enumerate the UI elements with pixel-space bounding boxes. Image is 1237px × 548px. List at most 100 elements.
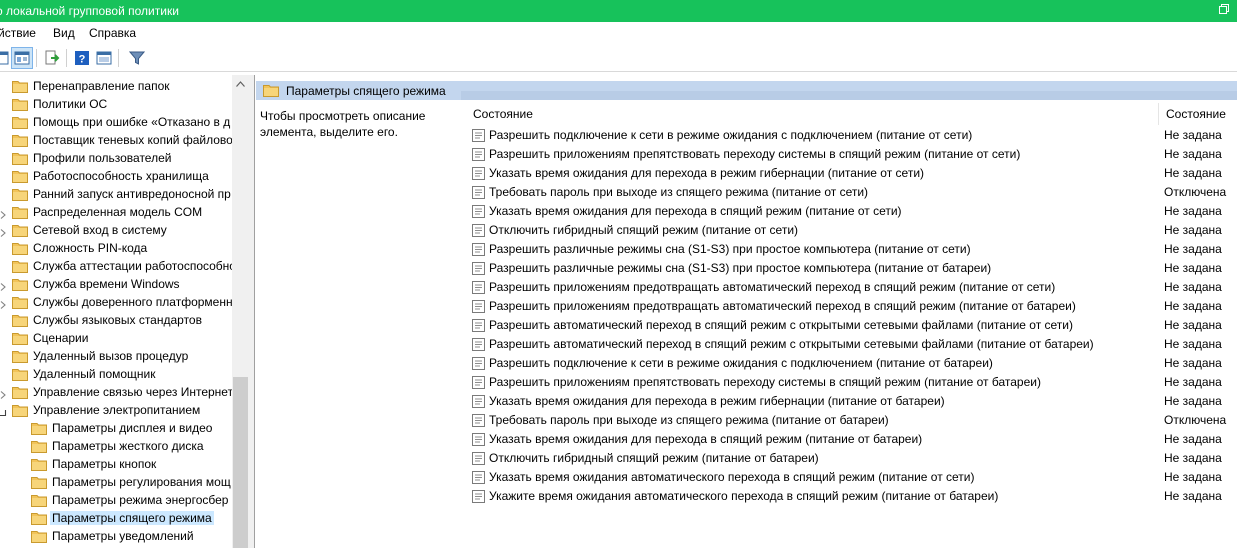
folder-icon xyxy=(31,476,47,489)
setting-row[interactable]: Указать время ожидания для перехода в сп… xyxy=(468,202,1237,221)
tree-item[interactable]: Перенаправление папок xyxy=(12,77,170,95)
scroll-up-button[interactable] xyxy=(232,75,249,92)
setting-row[interactable]: Разрешить приложениям препятствовать пер… xyxy=(468,373,1237,392)
column-header-name[interactable]: Состояние xyxy=(473,103,533,125)
menu-action[interactable]: йствие xyxy=(0,26,36,40)
expand-arrow-icon[interactable] xyxy=(0,388,7,399)
tree-item[interactable]: Сложность PIN-кода xyxy=(12,239,147,257)
expand-arrow-icon[interactable] xyxy=(0,208,7,219)
folder-icon xyxy=(12,116,28,129)
tree-item[interactable]: Удаленный помощник xyxy=(12,365,156,383)
setting-state: Не задана xyxy=(1164,128,1222,142)
setting-row[interactable]: Разрешить подключение к сети в режиме ож… xyxy=(468,354,1237,373)
help-button[interactable]: ? xyxy=(71,47,93,69)
setting-state: Не задана xyxy=(1164,166,1222,180)
export-list-icon xyxy=(45,50,60,65)
expand-arrow-icon[interactable] xyxy=(0,226,7,237)
policy-setting-icon xyxy=(472,224,485,237)
tree-scrollbar[interactable] xyxy=(232,75,249,548)
export-list-button[interactable] xyxy=(41,47,63,69)
setting-state: Не задана xyxy=(1164,470,1222,484)
tree-item[interactable]: Удаленный вызов процедур xyxy=(12,347,188,365)
tree-item[interactable]: Параметры дисплея и видео xyxy=(31,419,212,437)
policy-setting-icon xyxy=(472,243,485,256)
tree-item[interactable]: Помощь при ошибке «Отказано в д xyxy=(12,113,230,131)
setting-row[interactable]: Разрешить приложениям предотвращать авто… xyxy=(468,278,1237,297)
tree-item[interactable]: Распределенная модель COM xyxy=(12,203,202,221)
tree-item[interactable]: Параметры жесткого диска xyxy=(31,437,204,455)
tree-item-label: Управление связью через Интернет xyxy=(33,385,232,399)
setting-row[interactable]: Требовать пароль при выходе из спящего р… xyxy=(468,183,1237,202)
tree-item[interactable]: Сценарии xyxy=(12,329,88,347)
settings-pane: Параметры спящего режима Чтобы просмотре… xyxy=(256,75,1237,548)
policy-setting-icon xyxy=(472,205,485,218)
expand-arrow-icon[interactable] xyxy=(0,298,7,309)
tree-item[interactable]: Параметры кнопок xyxy=(31,455,156,473)
tree-item[interactable]: Сетевой вход в систему xyxy=(12,221,167,239)
setting-name: Разрешить приложениям препятствовать пер… xyxy=(489,147,1021,161)
tree-item[interactable]: Служба времени Windows xyxy=(12,275,180,293)
setting-name: Указать время ожидания для перехода в ре… xyxy=(489,166,925,180)
setting-state: Не задана xyxy=(1164,147,1222,161)
properties-pane-button[interactable] xyxy=(11,47,33,69)
folder-icon xyxy=(12,350,28,363)
tree-item[interactable]: Управление электропитанием xyxy=(12,401,200,419)
menu-bar: йствие Вид Справка xyxy=(0,22,1237,44)
pane-tab: Параметры спящего режима xyxy=(256,81,461,100)
policy-tree: Перенаправление папок Политики ОС Помощь п… xyxy=(0,75,232,548)
setting-row[interactable]: Указать время ожидания для перехода в ре… xyxy=(468,392,1237,411)
policy-setting-icon xyxy=(472,452,485,465)
setting-row[interactable]: Указать время ожидания для перехода в ре… xyxy=(468,164,1237,183)
setting-row[interactable]: Указать время ожидания автоматического п… xyxy=(468,468,1237,487)
setting-state: Отключена xyxy=(1164,185,1227,199)
setting-row[interactable]: Разрешить автоматический переход в спящи… xyxy=(468,316,1237,335)
tree-item[interactable]: Параметры спящего режима xyxy=(31,509,214,527)
setting-row[interactable]: Требовать пароль при выходе из спящего р… xyxy=(468,411,1237,430)
setting-row[interactable]: Укажите время ожидания автоматического п… xyxy=(468,487,1237,506)
setting-row[interactable]: Разрешить различные режимы сна (S1-S3) п… xyxy=(468,259,1237,278)
setting-row[interactable]: Отключить гибридный спящий режим (питани… xyxy=(468,221,1237,240)
tree-item-label: Параметры кнопок xyxy=(52,457,157,471)
column-header-state[interactable]: Состояние xyxy=(1166,103,1226,125)
folder-icon xyxy=(12,278,28,291)
view-pane-button[interactable] xyxy=(93,47,115,69)
collapse-arrow-icon[interactable] xyxy=(0,406,7,417)
menu-help[interactable]: Справка xyxy=(89,26,136,40)
scroll-thumb[interactable] xyxy=(233,377,248,548)
folder-icon xyxy=(31,422,47,435)
tree-item[interactable]: Служба аттестации работоспособно xyxy=(12,257,232,275)
tree-item[interactable]: Управление связью через Интернет xyxy=(12,383,232,401)
setting-row[interactable]: Разрешить автоматический переход в спящи… xyxy=(468,335,1237,354)
policy-setting-icon xyxy=(472,262,485,275)
tree-item-label: Удаленный помощник xyxy=(33,367,156,381)
tree-item[interactable]: Поставщик теневых копий файлово xyxy=(12,131,232,149)
setting-name: Разрешить подключение к сети в режиме ож… xyxy=(489,356,993,370)
tree-item-label: Параметры режима энергосбер xyxy=(52,493,229,507)
tree-item[interactable]: Профили пользователей xyxy=(12,149,171,167)
setting-row[interactable]: Разрешить приложениям препятствовать пер… xyxy=(468,145,1237,164)
setting-name: Разрешить приложениям предотвращать авто… xyxy=(489,299,1076,313)
tree-item[interactable]: Службы языковых стандартов xyxy=(12,311,202,329)
tree-item[interactable]: Ранний запуск антивредоносной пр xyxy=(12,185,231,203)
folder-icon xyxy=(12,188,28,201)
setting-row[interactable]: Отключить гибридный спящий режим (питани… xyxy=(468,449,1237,468)
filter-button[interactable] xyxy=(126,47,148,69)
tree-item[interactable]: Параметры уведомлений xyxy=(31,527,194,545)
setting-row[interactable]: Указать время ожидания для перехода в сп… xyxy=(468,430,1237,449)
restore-window-icon[interactable] xyxy=(1219,4,1229,14)
tree-item[interactable]: Работоспособность хранилища xyxy=(12,167,209,185)
tree-item[interactable]: Параметры режима энергосбер xyxy=(31,491,228,509)
pane-splitter[interactable] xyxy=(249,75,255,548)
setting-state: Не задана xyxy=(1164,356,1222,370)
setting-row[interactable]: Разрешить различные режимы сна (S1-S3) п… xyxy=(468,240,1237,259)
tree-item[interactable]: Политики ОС xyxy=(12,95,107,113)
show-hide-tree-icon xyxy=(0,51,9,65)
tree-item[interactable]: Параметры регулирования мощ xyxy=(31,473,231,491)
tree-item-label: Службы языковых стандартов xyxy=(33,313,202,327)
expand-arrow-icon[interactable] xyxy=(0,280,7,291)
tree-item[interactable]: Службы доверенного платформенн xyxy=(12,293,232,311)
setting-row[interactable]: Разрешить подключение к сети в режиме ож… xyxy=(468,126,1237,145)
setting-state: Не задана xyxy=(1164,280,1222,294)
menu-view[interactable]: Вид xyxy=(53,26,75,40)
setting-row[interactable]: Разрешить приложениям предотвращать авто… xyxy=(468,297,1237,316)
